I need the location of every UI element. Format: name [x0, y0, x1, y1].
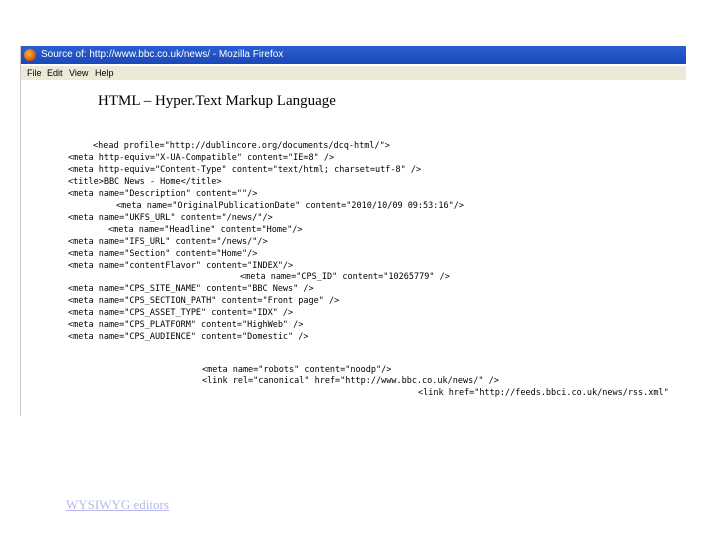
title-bar: Source of: http://www.bbc.co.uk/news/ - … — [21, 46, 686, 64]
menu-view[interactable]: View — [69, 66, 88, 80]
code-line: <meta name="CPS_SITE_NAME" content="BBC … — [68, 284, 314, 294]
code-line: <meta name="OriginalPublicationDate" con… — [116, 201, 464, 211]
code-line: <meta name="CPS_ID" content="10265779" /… — [240, 272, 450, 282]
menu-bar: File Edit View Help — [21, 66, 686, 80]
code-line: <meta http-equiv="Content-Type" content=… — [68, 165, 422, 175]
code-line: <link rel="canonical" href="http://www.b… — [202, 376, 499, 386]
code-line: <meta name="UKFS_URL" content="/news/"/> — [68, 213, 273, 223]
menu-edit[interactable]: Edit — [47, 66, 63, 80]
code-line: <meta name="contentFlavor" content="INDE… — [68, 261, 294, 271]
menu-help[interactable]: Help — [95, 66, 114, 80]
menu-file[interactable]: File — [27, 66, 42, 80]
code-line: <head profile="http://dublincore.org/doc… — [93, 141, 390, 151]
code-line: <meta name="CPS_AUDIENCE" content="Domes… — [68, 332, 309, 342]
window-title: Source of: http://www.bbc.co.uk/news/ - … — [41, 49, 284, 60]
wysiwyg-editors-link[interactable]: WYSIWYG editors — [66, 497, 169, 513]
code-line: <meta name="Description" content=""/> — [68, 189, 258, 199]
code-line: <link href="http://feeds.bbci.co.uk/news… — [418, 388, 669, 398]
code-line: <meta http-equiv="X-UA-Compatible" conte… — [68, 153, 335, 163]
slide-heading: HTML – Hyper.Text Markup Language — [98, 93, 336, 109]
firefox-icon — [24, 49, 36, 61]
code-line: <meta name="robots" content="noodp"/> — [202, 365, 392, 375]
code-line: <title>BBC News - Home</title> — [68, 177, 222, 187]
code-line: <meta name="CPS_ASSET_TYPE" content="IDX… — [68, 308, 294, 318]
code-line: <meta name="CPS_PLATFORM" content="HighW… — [68, 320, 304, 330]
code-line: <meta name="Section" content="Home"/> — [68, 249, 258, 259]
code-line: <meta name="CPS_SECTION_PATH" content="F… — [68, 296, 340, 306]
code-line: <meta name="IFS_URL" content="/news/"/> — [68, 237, 268, 247]
code-line: <meta name="Headline" content="Home"/> — [108, 225, 303, 235]
